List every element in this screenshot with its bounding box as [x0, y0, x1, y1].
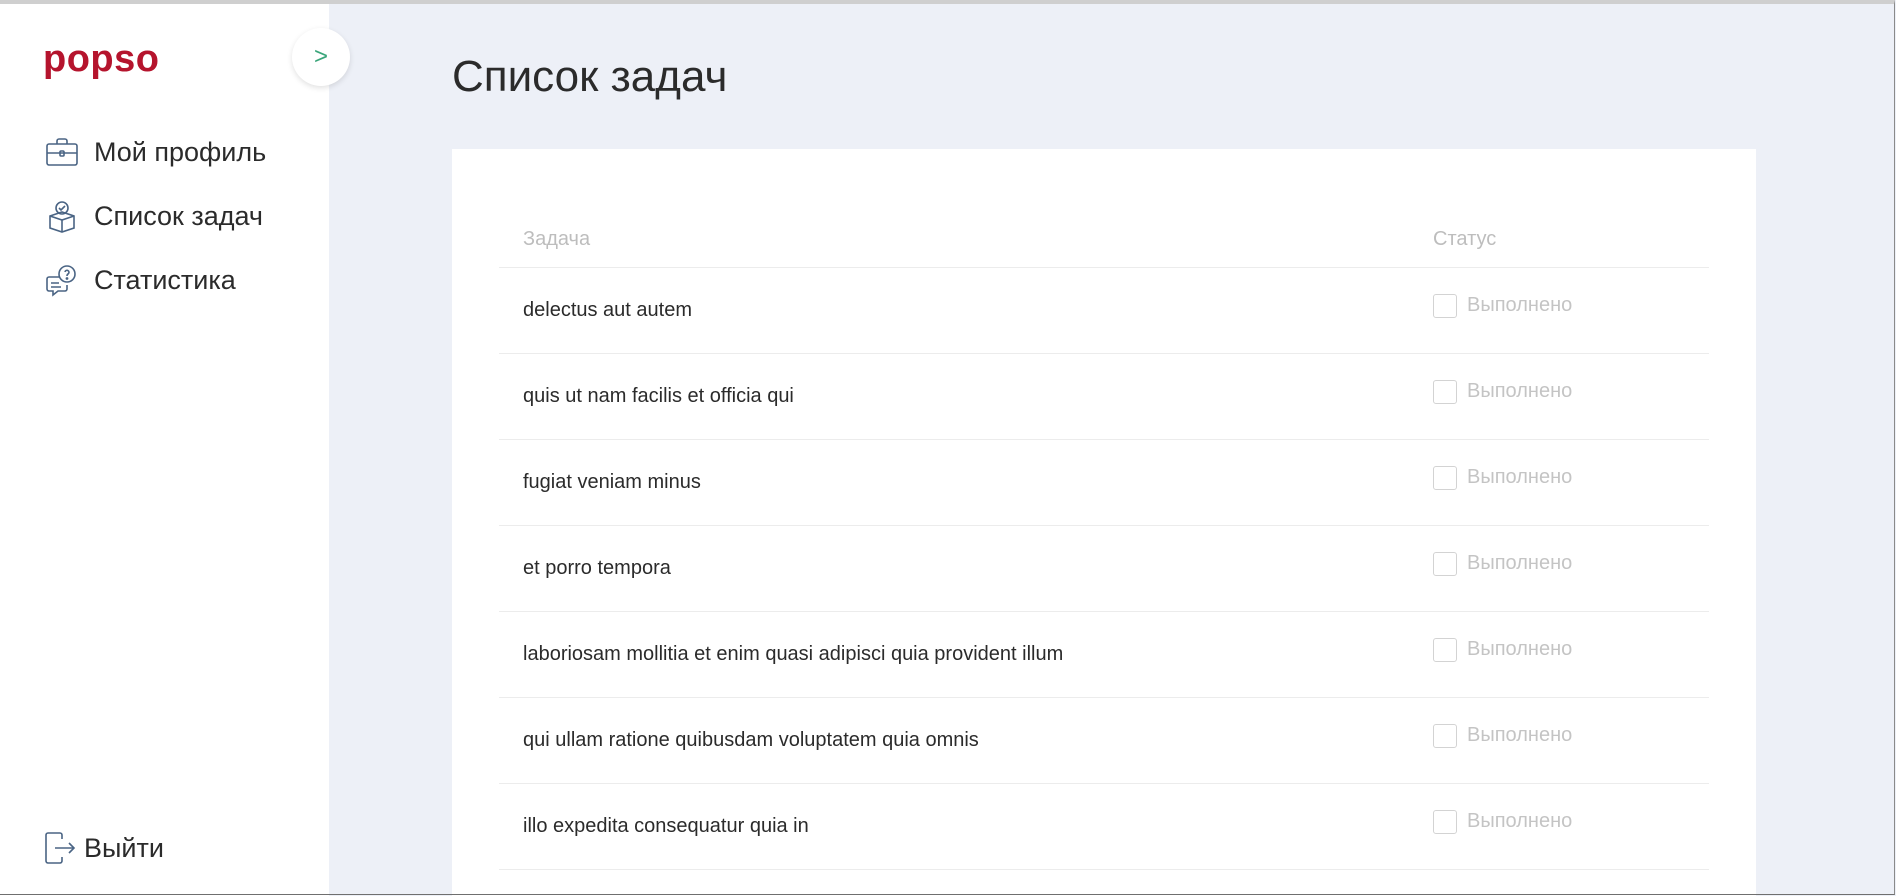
table-row: delectus aut autem Выполнено: [499, 268, 1709, 354]
main-content: Список задач Задача Статус delectus aut …: [329, 0, 1896, 896]
task-title: quis ut nam facilis et officia qui: [523, 385, 794, 407]
sidebar-item-label: Список задач: [94, 200, 263, 231]
table-row: illo expedita consequatur quia in Выполн…: [499, 784, 1709, 870]
done-checkbox[interactable]: [1433, 293, 1457, 318]
sidebar-item-profile[interactable]: Мой профиль: [44, 120, 266, 184]
sidebar-nav: Мой профиль Список задач Статистика: [44, 120, 266, 312]
question-chat-icon: [44, 262, 80, 298]
done-label[interactable]: Выполнено: [1467, 466, 1572, 489]
task-title: et porro tempora: [523, 557, 671, 579]
sidebar-item-label: Мой профиль: [94, 136, 267, 167]
task-title: qui ullam ratione quibusdam voluptatem q…: [523, 729, 979, 751]
sidebar: popso > Мой профиль Список задач Статист…: [0, 0, 350, 896]
logo: popso: [43, 38, 160, 80]
briefcase-icon: [44, 134, 80, 170]
done-label[interactable]: Выполнено: [1467, 380, 1572, 403]
column-header-task: Задача: [523, 227, 591, 250]
table-row: et porro tempora Выполнено: [499, 526, 1709, 612]
task-status: Выполнено: [1433, 293, 1572, 318]
column-header-status: Статус: [1433, 227, 1497, 250]
sidebar-item-statistics[interactable]: Статистика: [44, 248, 266, 312]
done-checkbox[interactable]: [1433, 465, 1457, 490]
table-row: quis ut nam facilis et officia qui Выпол…: [499, 354, 1709, 440]
done-checkbox[interactable]: [1433, 809, 1457, 834]
task-title: delectus aut autem: [523, 299, 692, 321]
task-title: laboriosam mollitia et enim quasi adipis…: [523, 643, 1064, 665]
table-header: Задача Статус: [499, 211, 1709, 268]
done-checkbox[interactable]: [1433, 551, 1457, 576]
done-label[interactable]: Выполнено: [1467, 294, 1572, 317]
logout-label: Выйти: [84, 832, 164, 863]
sidebar-item-tasks[interactable]: Список задач: [44, 184, 266, 248]
task-status: Выполнено: [1433, 637, 1572, 662]
sidebar-item-label: Статистика: [94, 264, 236, 295]
task-title: illo expedita consequatur quia in: [523, 815, 809, 837]
tasks-card: Задача Статус delectus aut autem Выполне…: [452, 149, 1756, 896]
done-label[interactable]: Выполнено: [1467, 810, 1572, 833]
done-checkbox[interactable]: [1433, 637, 1457, 662]
table-row: laboriosam mollitia et enim quasi adipis…: [499, 612, 1709, 698]
done-checkbox[interactable]: [1433, 379, 1457, 404]
page-title: Список задач: [452, 52, 728, 101]
clipboard-check-icon: [44, 198, 80, 234]
task-status: Выполнено: [1433, 465, 1572, 490]
done-label[interactable]: Выполнено: [1467, 638, 1572, 661]
table-row: fugiat veniam minus Выполнено: [499, 440, 1709, 526]
task-status: Выполнено: [1433, 809, 1572, 834]
done-checkbox[interactable]: [1433, 723, 1457, 748]
task-status: Выполнено: [1433, 379, 1572, 404]
task-title: fugiat veniam minus: [523, 471, 701, 493]
collapse-sidebar-button[interactable]: >: [292, 28, 350, 86]
done-label[interactable]: Выполнено: [1467, 724, 1572, 747]
tasks-table: Задача Статус delectus aut autem Выполне…: [499, 211, 1709, 870]
logout-button[interactable]: Выйти: [44, 830, 164, 866]
table-row: qui ullam ratione quibusdam voluptatem q…: [499, 698, 1709, 784]
task-status: Выполнено: [1433, 723, 1572, 748]
task-status: Выполнено: [1433, 551, 1572, 576]
logout-icon: [44, 830, 78, 866]
done-label[interactable]: Выполнено: [1467, 552, 1572, 575]
